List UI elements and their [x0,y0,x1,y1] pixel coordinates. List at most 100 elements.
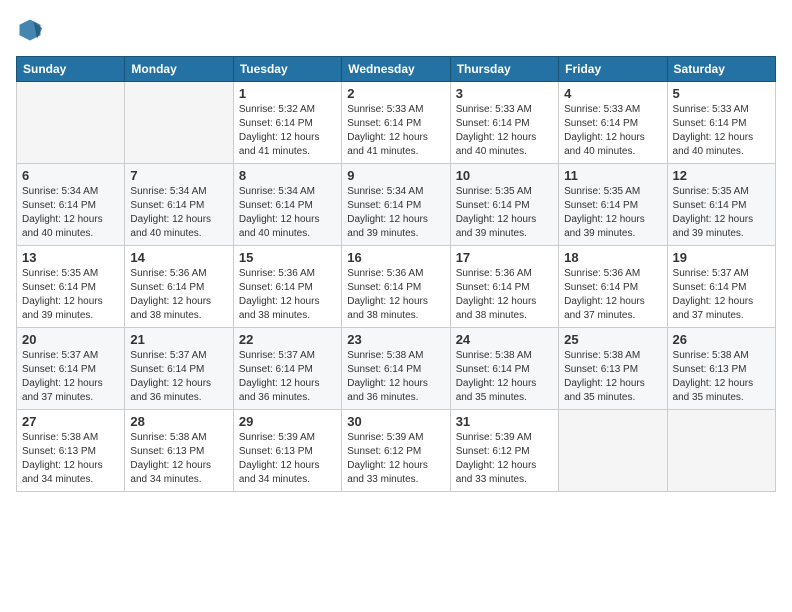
day-info: Sunrise: 5:33 AMSunset: 6:14 PMDaylight:… [564,103,661,159]
calendar-cell: 3 Sunrise: 5:33 AMSunset: 6:14 PMDaylight… [450,82,558,164]
day-number: 12 [673,168,770,183]
calendar-cell: 20 Sunrise: 5:37 AMSunset: 6:14 PMDayligh… [17,328,125,410]
day-number: 24 [456,332,553,347]
calendar-cell: 17 Sunrise: 5:36 AMSunset: 6:14 PMDayligh… [450,246,558,328]
calendar-cell: 19 Sunrise: 5:37 AMSunset: 6:14 PMDayligh… [667,246,775,328]
day-number: 5 [673,86,770,101]
day-header-thursday: Thursday [450,57,558,82]
calendar-cell: 30 Sunrise: 5:39 AMSunset: 6:12 PMDayligh… [342,410,450,492]
calendar-cell: 4 Sunrise: 5:33 AMSunset: 6:14 PMDaylight… [559,82,667,164]
day-number: 7 [130,168,227,183]
calendar-cell: 29 Sunrise: 5:39 AMSunset: 6:13 PMDayligh… [233,410,341,492]
day-info: Sunrise: 5:38 AMSunset: 6:14 PMDaylight:… [456,349,553,405]
day-info: Sunrise: 5:34 AMSunset: 6:14 PMDaylight:… [130,185,227,241]
day-number: 22 [239,332,336,347]
day-number: 1 [239,86,336,101]
day-info: Sunrise: 5:35 AMSunset: 6:14 PMDaylight:… [564,185,661,241]
day-info: Sunrise: 5:36 AMSunset: 6:14 PMDaylight:… [130,267,227,323]
day-header-monday: Monday [125,57,233,82]
day-number: 8 [239,168,336,183]
calendar-cell: 10 Sunrise: 5:35 AMSunset: 6:14 PMDayligh… [450,164,558,246]
day-info: Sunrise: 5:37 AMSunset: 6:14 PMDaylight:… [130,349,227,405]
calendar-cell: 14 Sunrise: 5:36 AMSunset: 6:14 PMDayligh… [125,246,233,328]
calendar-cell: 11 Sunrise: 5:35 AMSunset: 6:14 PMDayligh… [559,164,667,246]
calendar-cell: 18Sunrise: 5:36 AMSunset: 6:14 PMDayligh… [559,246,667,328]
day-info: Sunrise: 5:36 AMSunset: 6:14 PMDaylight:… [347,267,444,323]
day-info: Sunrise: 5:34 AMSunset: 6:14 PMDaylight:… [347,185,444,241]
calendar-cell: 24 Sunrise: 5:38 AMSunset: 6:14 PMDayligh… [450,328,558,410]
calendar-cell: 26 Sunrise: 5:38 AMSunset: 6:13 PMDayligh… [667,328,775,410]
day-info: Sunrise: 5:34 AMSunset: 6:14 PMDaylight:… [239,185,336,241]
calendar-cell: 9 Sunrise: 5:34 AMSunset: 6:14 PMDaylight… [342,164,450,246]
calendar-cell: 12 Sunrise: 5:35 AMSunset: 6:14 PMDayligh… [667,164,775,246]
logo-icon [16,16,44,44]
day-number: 26 [673,332,770,347]
day-info: Sunrise: 5:37 AMSunset: 6:14 PMDaylight:… [22,349,119,405]
day-info: Sunrise: 5:33 AMSunset: 6:14 PMDaylight:… [456,103,553,159]
day-number: 10 [456,168,553,183]
day-info: Sunrise: 5:37 AMSunset: 6:14 PMDaylight:… [239,349,336,405]
day-header-saturday: Saturday [667,57,775,82]
calendar-cell [17,82,125,164]
calendar-cell: 21 Sunrise: 5:37 AMSunset: 6:14 PMDayligh… [125,328,233,410]
day-info: Sunrise: 5:38 AMSunset: 6:13 PMDaylight:… [564,349,661,405]
day-number: 15 [239,250,336,265]
calendar-cell: 1 Sunrise: 5:32 AMSunset: 6:14 PMDaylight… [233,82,341,164]
day-number: 11 [564,168,661,183]
day-number: 21 [130,332,227,347]
day-number: 2 [347,86,444,101]
calendar-cell [667,410,775,492]
day-header-sunday: Sunday [17,57,125,82]
day-info: Sunrise: 5:39 AMSunset: 6:12 PMDaylight:… [347,431,444,487]
calendar-cell: 2 Sunrise: 5:33 AMSunset: 6:14 PMDaylight… [342,82,450,164]
day-info: Sunrise: 5:38 AMSunset: 6:13 PMDaylight:… [673,349,770,405]
day-header-tuesday: Tuesday [233,57,341,82]
day-number: 17 [456,250,553,265]
day-number: 30 [347,414,444,429]
day-number: 16 [347,250,444,265]
day-number: 28 [130,414,227,429]
day-number: 19 [673,250,770,265]
calendar-cell: 8 Sunrise: 5:34 AMSunset: 6:14 PMDaylight… [233,164,341,246]
day-number: 27 [22,414,119,429]
day-info: Sunrise: 5:36 AMSunset: 6:14 PMDaylight:… [456,267,553,323]
day-info: Sunrise: 5:38 AMSunset: 6:13 PMDaylight:… [130,431,227,487]
day-info: Sunrise: 5:35 AMSunset: 6:14 PMDaylight:… [673,185,770,241]
calendar-cell [559,410,667,492]
day-number: 4 [564,86,661,101]
day-number: 23 [347,332,444,347]
calendar-cell: 6 Sunrise: 5:34 AMSunset: 6:14 PMDaylight… [17,164,125,246]
calendar-cell: 23 Sunrise: 5:38 AMSunset: 6:14 PMDayligh… [342,328,450,410]
day-info: Sunrise: 5:33 AMSunset: 6:14 PMDaylight:… [673,103,770,159]
calendar-cell: 22 Sunrise: 5:37 AMSunset: 6:14 PMDayligh… [233,328,341,410]
day-info: Sunrise: 5:32 AMSunset: 6:14 PMDaylight:… [239,103,336,159]
day-header-wednesday: Wednesday [342,57,450,82]
day-info: Sunrise: 5:38 AMSunset: 6:14 PMDaylight:… [347,349,444,405]
day-number: 20 [22,332,119,347]
calendar-cell: 15 Sunrise: 5:36 AMSunset: 6:14 PMDayligh… [233,246,341,328]
calendar-table: SundayMondayTuesdayWednesdayThursdayFrid… [16,56,776,492]
calendar-cell: 28 Sunrise: 5:38 AMSunset: 6:13 PMDayligh… [125,410,233,492]
day-info: Sunrise: 5:39 AMSunset: 6:12 PMDaylight:… [456,431,553,487]
day-number: 3 [456,86,553,101]
day-info: Sunrise: 5:39 AMSunset: 6:13 PMDaylight:… [239,431,336,487]
day-info: Sunrise: 5:33 AMSunset: 6:14 PMDaylight:… [347,103,444,159]
day-info: Sunrise: 5:35 AMSunset: 6:14 PMDaylight:… [456,185,553,241]
day-number: 14 [130,250,227,265]
day-info: Sunrise: 5:38 AMSunset: 6:13 PMDaylight:… [22,431,119,487]
calendar-cell: 16 Sunrise: 5:36 AMSunset: 6:14 PMDayligh… [342,246,450,328]
calendar-cell: 13 Sunrise: 5:35 AMSunset: 6:14 PMDayligh… [17,246,125,328]
day-number: 13 [22,250,119,265]
day-info: Sunrise: 5:34 AMSunset: 6:14 PMDaylight:… [22,185,119,241]
day-number: 6 [22,168,119,183]
day-info: Sunrise: 5:36 AMSunset: 6:14 PMDaylight:… [239,267,336,323]
calendar-cell: 31Sunrise: 5:39 AMSunset: 6:12 PMDayligh… [450,410,558,492]
day-number: 29 [239,414,336,429]
calendar-cell: 27 Sunrise: 5:38 AMSunset: 6:13 PMDayligh… [17,410,125,492]
page-header [16,16,776,44]
day-info: Sunrise: 5:37 AMSunset: 6:14 PMDaylight:… [673,267,770,323]
day-info: Sunrise: 5:35 AMSunset: 6:14 PMDaylight:… [22,267,119,323]
calendar-cell: 25Sunrise: 5:38 AMSunset: 6:13 PMDayligh… [559,328,667,410]
logo [16,16,48,44]
day-number: 9 [347,168,444,183]
